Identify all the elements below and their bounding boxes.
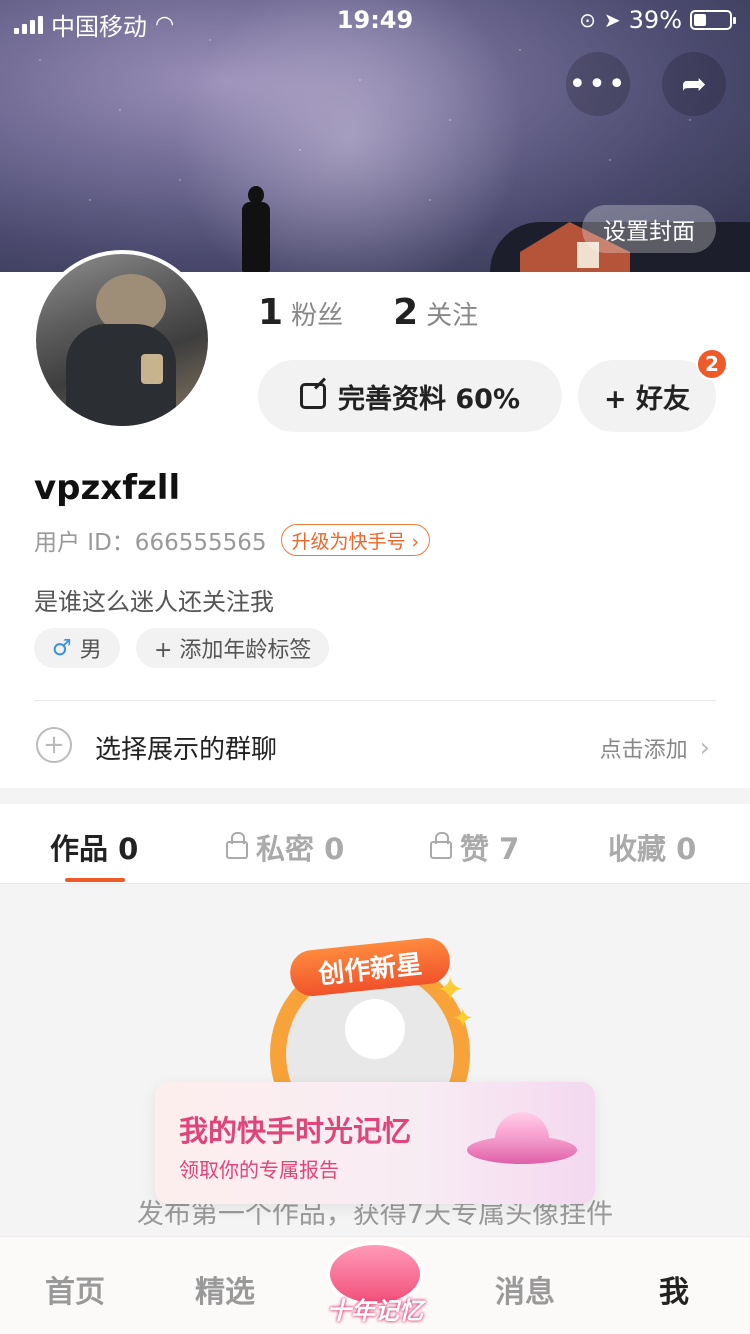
- tab-works[interactable]: 作品 0: [50, 826, 138, 868]
- memory-subtitle: 领取你的专属报告: [179, 1158, 339, 1182]
- nav-featured[interactable]: 精选: [195, 1267, 255, 1311]
- avatar[interactable]: [32, 250, 212, 430]
- nav-me[interactable]: 我: [659, 1267, 689, 1311]
- cover-person-silhouette: [238, 186, 274, 272]
- edit-icon: [299, 383, 326, 409]
- tab-favorites[interactable]: 收藏 0: [608, 826, 696, 868]
- tab-works-label: 作品 0: [50, 832, 139, 866]
- bio: 是谁这么迷人还关注我: [34, 588, 274, 616]
- nav-home[interactable]: 首页: [45, 1267, 105, 1311]
- share-button[interactable]: ➦: [662, 52, 726, 116]
- following-count: 2: [393, 292, 419, 333]
- user-id: 用户 ID：666555565: [34, 530, 267, 556]
- memory-title: 我的快手时光记忆: [179, 1114, 412, 1148]
- username: vpzxfzll: [34, 468, 181, 508]
- plus-circle-icon: +: [36, 727, 72, 763]
- share-arrow-icon: ➦: [681, 66, 707, 102]
- status-bar: 中国移动 ◠ 19:49 ⊙ ➤ 39%: [0, 0, 750, 41]
- edit-profile-label: 完善资料 60%: [337, 383, 521, 415]
- more-dots-icon: •••: [568, 66, 628, 102]
- friend-notification-badge: 2: [696, 348, 728, 380]
- more-button[interactable]: •••: [566, 52, 630, 116]
- male-icon: ♂: [52, 635, 72, 661]
- group-chat-label: 选择展示的群聊: [95, 735, 278, 765]
- content-tabs: 作品 0 私密 0 赞 7 收藏 0: [0, 804, 750, 884]
- active-tab-indicator: [65, 878, 125, 882]
- rotation-lock-icon: ⊙: [579, 8, 596, 32]
- tab-likes[interactable]: 赞 7: [430, 826, 519, 868]
- tab-likes-label: 赞 7: [460, 832, 520, 866]
- nav-messages[interactable]: 消息: [495, 1267, 555, 1311]
- gender-label: 男: [79, 638, 102, 663]
- group-add-label: 点击添加: [599, 738, 688, 763]
- lock-icon: [226, 832, 248, 859]
- group-add-link[interactable]: 点击添加 ›: [600, 732, 710, 764]
- fans-stat[interactable]: 1 粉丝: [258, 292, 343, 333]
- user-id-row: 用户 ID：666555565 升级为快手号 ›: [34, 523, 431, 557]
- location-icon: ➤: [603, 8, 621, 32]
- nav-memory-label: 十年记忆: [327, 1297, 423, 1325]
- add-age-tag-button[interactable]: + 添加年龄标签: [136, 628, 330, 668]
- battery-percent: 39%: [628, 6, 682, 34]
- ufo-icon: [467, 1112, 577, 1172]
- lock-icon: [430, 832, 452, 859]
- placeholder-head: [345, 999, 405, 1059]
- sparkle-icon: ✦: [452, 1004, 474, 1034]
- following-stat[interactable]: 2 关注: [393, 292, 478, 333]
- following-label: 关注: [426, 301, 479, 331]
- profile-card: 1 粉丝 2 关注 完善资料 60% + 好友 2 vpzxfzll 用户 ID：6…: [0, 250, 750, 788]
- bottom-nav: 首页 精选 十年记忆 消息 我: [0, 1236, 750, 1334]
- battery-icon: [690, 10, 736, 30]
- upgrade-button[interactable]: 升级为快手号 ›: [280, 524, 431, 556]
- gender-tag[interactable]: ♂ 男: [34, 628, 120, 668]
- fans-label: 粉丝: [291, 301, 344, 331]
- set-cover-button[interactable]: 设置封面: [582, 205, 716, 253]
- tab-favorites-label: 收藏 0: [608, 832, 697, 866]
- memory-promo-card[interactable]: 我的快手时光记忆 领取你的专属报告: [155, 1082, 595, 1204]
- group-chat-row[interactable]: + 选择展示的群聊 点击添加 ›: [0, 701, 750, 787]
- tab-private-label: 私密 0: [256, 832, 345, 866]
- tab-private[interactable]: 私密 0: [226, 826, 344, 868]
- chevron-right-icon: ›: [699, 733, 710, 763]
- add-friend-label: + 好友: [603, 383, 691, 415]
- add-friend-button[interactable]: + 好友: [578, 360, 716, 432]
- fans-count: 1: [258, 292, 284, 333]
- nav-memory-badge[interactable]: 十年记忆: [318, 1241, 432, 1331]
- profile-stats: 1 粉丝 2 关注: [258, 292, 478, 333]
- edit-profile-button[interactable]: 完善资料 60%: [258, 360, 562, 432]
